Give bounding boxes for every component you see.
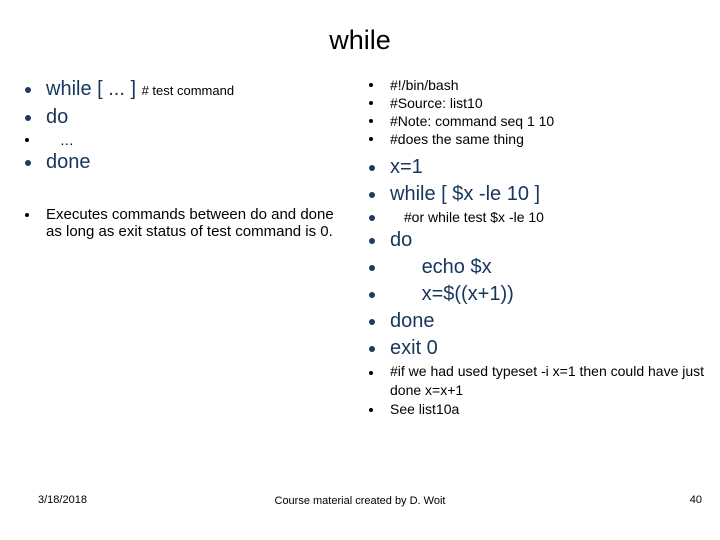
list-item: #if we had used typeset -i x=1 then coul…	[358, 362, 706, 400]
list-item: done	[14, 149, 352, 176]
list-item: #Source: list10	[358, 94, 706, 112]
slide-title: while	[329, 25, 391, 55]
slide-footer: 3/18/2018 Course material created by D. …	[0, 492, 720, 540]
list-item: #does the same thing	[358, 130, 706, 148]
right-content-column: #!/bin/bash #Source: list10 #Note: comma…	[358, 76, 706, 419]
bullet-icon	[25, 160, 31, 166]
list-item: exit 0	[358, 335, 706, 362]
list-item: echo $x	[358, 254, 706, 281]
list-item-label: done	[46, 151, 91, 173]
list-item-label: do	[46, 106, 69, 128]
list-item: done	[358, 308, 706, 335]
list-item: while [ $x -le 10 ]	[358, 181, 706, 208]
list-item-label: #if we had used typeset -i x=1 then coul…	[390, 363, 705, 398]
list-item-label: #or while test $x -le 10	[403, 209, 544, 225]
list-item-label: echo $x	[421, 256, 492, 278]
list-item: while [ ... ] # test command	[14, 76, 352, 104]
footer-page-number: 40	[689, 494, 702, 506]
bullet-icon	[369, 408, 373, 412]
list-item: #or while test $x -le 10	[358, 208, 706, 227]
bullet-icon	[369, 83, 373, 87]
list-item-label: #Note: command seq 1 10	[390, 113, 555, 129]
list-item: Executes commands between do and done as…	[14, 206, 352, 240]
list-item: do	[358, 227, 706, 254]
list-item: #!/bin/bash	[358, 76, 706, 94]
bullet-icon	[369, 292, 375, 298]
list-item-label: #Source: list10	[390, 95, 483, 111]
list-item-label: while [ $x -le 10 ]	[390, 183, 541, 205]
bullet-icon	[369, 215, 375, 221]
bullet-icon	[25, 87, 31, 93]
bullet-icon	[369, 346, 375, 352]
list-item: See list10a	[358, 400, 706, 419]
bullet-icon	[369, 265, 375, 271]
list-item-label: Executes commands between do and done as…	[46, 206, 334, 240]
bullet-icon	[25, 213, 29, 217]
list-item-label: done	[390, 310, 435, 332]
list-item: do	[14, 104, 352, 131]
bullet-icon	[369, 119, 373, 123]
bullet-icon	[25, 115, 31, 121]
list-item: …	[14, 131, 352, 149]
list-item-label: x=$((x+1))	[421, 283, 514, 305]
list-item: #Note: command seq 1 10	[358, 112, 706, 130]
left-bullet-list: while [ ... ] # test command do … done E…	[14, 76, 352, 240]
slide: while while [ ... ] # test command do … …	[0, 0, 720, 540]
list-item-label: …	[59, 132, 74, 148]
bullet-icon	[369, 319, 375, 325]
list-item-label: while [ ... ]	[46, 78, 137, 100]
list-item-label: do	[390, 229, 413, 251]
bullet-icon	[369, 371, 373, 375]
spacer	[14, 176, 352, 206]
list-item: x=$((x+1))	[358, 281, 706, 308]
bullet-icon	[369, 137, 373, 141]
bullet-icon	[369, 238, 375, 244]
bullet-icon	[25, 138, 29, 142]
list-item-label: #does the same thing	[390, 131, 524, 147]
list-item-label: exit 0	[390, 337, 438, 359]
left-content-column: while [ ... ] # test command do … done E…	[14, 76, 352, 240]
bullet-icon	[369, 165, 375, 171]
list-item-label: See list10a	[390, 401, 460, 417]
list-item-label: #!/bin/bash	[390, 77, 459, 93]
bullet-icon	[369, 101, 373, 105]
list-item-label: x=1	[390, 156, 423, 178]
footer-date: 3/18/2018	[38, 494, 87, 506]
list-item: x=1	[358, 154, 706, 181]
inline-comment: # test command	[141, 83, 235, 98]
bullet-icon	[369, 192, 375, 198]
right-bullet-list: #!/bin/bash #Source: list10 #Note: comma…	[358, 76, 706, 419]
footer-credit: Course material created by D. Woit	[274, 495, 446, 507]
